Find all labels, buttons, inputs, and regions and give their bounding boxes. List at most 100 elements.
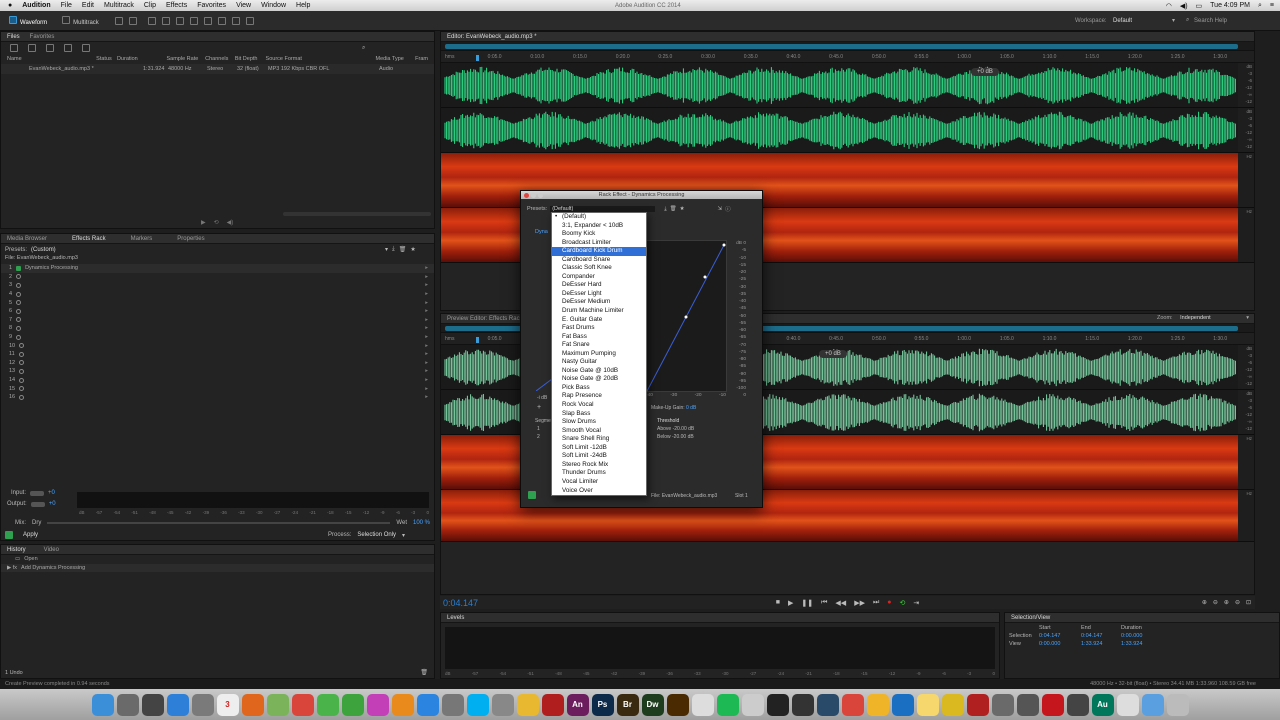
preset-option[interactable]: Cardboard Snare bbox=[552, 256, 646, 265]
tab-video[interactable]: Video bbox=[44, 547, 59, 553]
output-value[interactable]: +0 bbox=[49, 501, 56, 507]
slot-power-icon[interactable] bbox=[19, 343, 25, 349]
rack-slot-8[interactable]: 8 ▸ bbox=[1, 324, 434, 333]
hud-gain[interactable]: +0 dB bbox=[971, 68, 999, 76]
dock-system-preferences-icon[interactable] bbox=[441, 693, 464, 716]
selection-end[interactable]: 0:04.147 bbox=[1081, 633, 1121, 639]
dock-photoshop-icon[interactable]: Ps bbox=[591, 693, 614, 716]
dock-time-machine-icon[interactable] bbox=[816, 693, 839, 716]
preview-hud-gain[interactable]: +0 dB bbox=[819, 350, 847, 358]
rack-slot-5[interactable]: 5 ▸ bbox=[1, 298, 434, 307]
slot-power-icon[interactable] bbox=[19, 386, 25, 392]
slot-power-icon[interactable] bbox=[16, 308, 22, 314]
slot-power-icon[interactable] bbox=[19, 368, 25, 374]
preset-option[interactable]: DeEsser Medium bbox=[552, 298, 646, 307]
close-file-icon[interactable] bbox=[64, 44, 72, 52]
battery-icon[interactable]: ▭ bbox=[1196, 2, 1203, 10]
slot-menu-icon[interactable]: ▸ bbox=[425, 325, 428, 331]
col-source-format[interactable]: Source Format bbox=[266, 56, 376, 62]
dock-activity-icon[interactable] bbox=[791, 693, 814, 716]
zoom-out-time-icon[interactable]: ⊖ bbox=[1235, 599, 1240, 606]
history-delete-icon[interactable]: 🗑 bbox=[420, 669, 428, 676]
preview-editor-tab[interactable]: Preview Editor: Effects Rack bbox=[447, 316, 523, 322]
makeup-gain-value[interactable]: 0 dB bbox=[686, 405, 696, 411]
slot-menu-icon[interactable]: ▸ bbox=[425, 334, 428, 340]
threshold-above[interactable]: Above -20.00 dB bbox=[657, 426, 694, 432]
rewind-button[interactable]: ◀◀ bbox=[835, 599, 846, 607]
rack-presets-dropdown-icon[interactable]: ▾ bbox=[385, 246, 388, 253]
col-bit-depth[interactable]: Bit Depth bbox=[235, 56, 266, 62]
menu-help[interactable]: Help bbox=[296, 2, 310, 9]
preset-option[interactable]: Maximum Pumping bbox=[552, 350, 646, 359]
marquee-tool-icon[interactable] bbox=[203, 16, 212, 25]
search-help-input[interactable]: Search Help bbox=[1194, 18, 1227, 24]
tab-selection-view[interactable]: Selection/View bbox=[1011, 615, 1050, 621]
preset-option[interactable]: Classic Soft Knee bbox=[552, 264, 646, 273]
loop-icon[interactable]: ⟲ bbox=[214, 219, 219, 226]
power-icon[interactable] bbox=[5, 531, 13, 539]
col-media-type[interactable]: Media Type bbox=[376, 56, 416, 62]
col-sample-rate[interactable]: Sample Rate bbox=[166, 56, 205, 62]
dock-folder-icon[interactable] bbox=[1141, 693, 1164, 716]
menu-window[interactable]: Window bbox=[261, 2, 286, 9]
tab-levels[interactable]: Levels bbox=[447, 615, 464, 621]
slot-menu-icon[interactable]: ▸ bbox=[425, 386, 428, 392]
tab-media-browser[interactable]: Media Browser bbox=[7, 236, 47, 242]
volume-icon[interactable]: ◀) bbox=[1180, 2, 1188, 10]
preset-option[interactable]: Rap Presence bbox=[552, 392, 646, 401]
rack-slot-10[interactable]: 10 ▸ bbox=[1, 341, 434, 350]
dock-trash-icon[interactable] bbox=[1166, 693, 1189, 716]
open-file-icon[interactable] bbox=[28, 44, 36, 52]
clock[interactable]: Tue 4:09 PM bbox=[1210, 2, 1250, 9]
preset-dropdown-list[interactable]: • (Default) 3:1, Expander < 10dB Boomy Kick… bbox=[551, 212, 647, 496]
new-file-icon[interactable] bbox=[10, 44, 18, 52]
dock-safari-icon[interactable] bbox=[166, 693, 189, 716]
segment-1[interactable]: 1 bbox=[537, 426, 540, 432]
dialog-titlebar[interactable]: Rack Effect - Dynamics Processing bbox=[521, 191, 762, 199]
tab-history[interactable]: History bbox=[7, 547, 26, 553]
zoom-out-amplitude-icon[interactable]: ⊖ bbox=[1213, 599, 1218, 606]
slot-menu-icon[interactable]: ▸ bbox=[425, 265, 428, 271]
slot-power-icon[interactable] bbox=[16, 317, 22, 323]
rack-slot-3[interactable]: 3 ▸ bbox=[1, 281, 434, 290]
slot-power-icon[interactable] bbox=[16, 291, 22, 297]
workspace-dropdown-icon[interactable]: ▾ bbox=[1172, 17, 1175, 24]
tab-effects-rack[interactable]: Effects Rack bbox=[72, 236, 106, 242]
dock-textedit-icon[interactable] bbox=[741, 693, 764, 716]
input-value[interactable]: +0 bbox=[48, 490, 55, 496]
dock-acrobat-icon[interactable] bbox=[541, 693, 564, 716]
spectral-toggle-icon[interactable] bbox=[114, 16, 123, 25]
slip-tool-icon[interactable] bbox=[175, 16, 184, 25]
rack-slot-2[interactable]: 2 ▸ bbox=[1, 273, 434, 282]
preset-option[interactable]: Vocal Limiter bbox=[552, 478, 646, 487]
favorite-icon[interactable]: ★ bbox=[410, 246, 415, 253]
dock-dreamweaver-icon[interactable]: Dw bbox=[641, 693, 664, 716]
slot-power-icon[interactable] bbox=[16, 334, 22, 340]
dock-acrobat2-icon[interactable] bbox=[1041, 693, 1064, 716]
preset-option[interactable]: 3:1, Expander < 10dB bbox=[552, 222, 646, 231]
dock-docs-icon[interactable] bbox=[1116, 693, 1139, 716]
waveform-mode-button[interactable]: Waveform bbox=[0, 15, 53, 26]
rack-slot-15[interactable]: 15 ▸ bbox=[1, 384, 434, 393]
col-duration[interactable]: Duration bbox=[117, 56, 167, 62]
history-item[interactable]: ▶ fx Add Dynamics Processing bbox=[1, 563, 434, 573]
dock-finder2-icon[interactable] bbox=[691, 693, 714, 716]
preset-option[interactable]: Compander bbox=[552, 273, 646, 282]
dock-mission-control-icon[interactable] bbox=[141, 693, 164, 716]
selection-duration[interactable]: 0:00.000 bbox=[1121, 633, 1161, 639]
view-duration[interactable]: 1:33.924 bbox=[1121, 641, 1161, 647]
slot-menu-icon[interactable]: ▸ bbox=[425, 300, 428, 306]
apple-menu[interactable]: ● bbox=[8, 2, 12, 9]
preset-option[interactable]: Noise Gate @ 10dB bbox=[552, 367, 646, 376]
play-button[interactable]: ▶ bbox=[788, 599, 793, 607]
rack-slot-6[interactable]: 6 ▸ bbox=[1, 307, 434, 316]
input-knob[interactable] bbox=[30, 490, 45, 496]
workspace-select[interactable]: Default bbox=[1113, 18, 1132, 24]
preset-option[interactable]: Voice Over bbox=[552, 487, 646, 496]
dock-audition2-icon[interactable] bbox=[991, 693, 1014, 716]
skip-button[interactable]: ⇥ bbox=[913, 599, 919, 607]
rack-slot-16[interactable]: 16 ▸ bbox=[1, 393, 434, 402]
zoom-window-button[interactable] bbox=[538, 192, 543, 198]
dock-terminal-icon[interactable] bbox=[766, 693, 789, 716]
preset-option[interactable]: Fast Drums bbox=[552, 324, 646, 333]
